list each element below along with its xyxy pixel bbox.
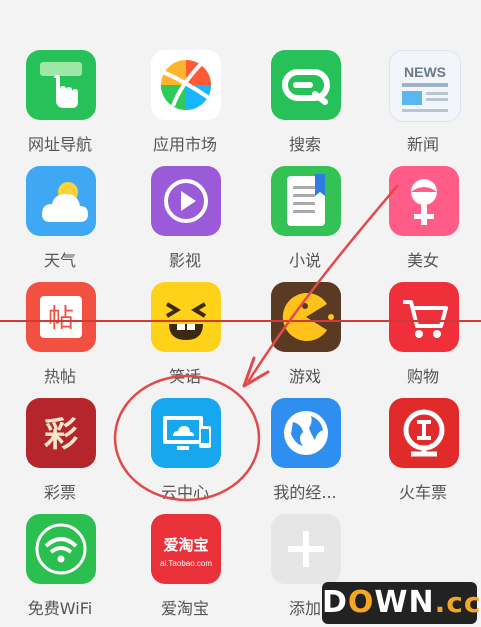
app-free-wifi[interactable]: 免费WiFi bbox=[0, 500, 120, 618]
pacman-icon bbox=[271, 282, 341, 352]
watermark-o: O bbox=[347, 585, 375, 620]
book-icon bbox=[271, 166, 341, 236]
app-jokes[interactable]: 笑话 bbox=[125, 268, 245, 386]
news-badge: NEWS bbox=[404, 64, 446, 80]
app-label: 爱淘宝 bbox=[160, 599, 209, 618]
play-icon bbox=[151, 166, 221, 236]
app-grid: 网址导航 应用市场 搜索 NEWS 新闻 天气 影视 小说 美女 帖 热帖 笑话… bbox=[0, 0, 481, 627]
app-ai-taobao[interactable]: 爱淘宝 ai.Taobao.com 爱淘宝 bbox=[125, 500, 245, 618]
app-novel[interactable]: 小说 bbox=[245, 152, 365, 270]
watermark-logo: DOWN.cc bbox=[322, 582, 480, 624]
app-weather[interactable]: 天气 bbox=[0, 152, 120, 270]
app-search[interactable]: 搜索 bbox=[245, 36, 365, 154]
app-news[interactable]: NEWS 新闻 bbox=[363, 36, 481, 154]
weather-cloud-sun-icon bbox=[26, 166, 96, 236]
female-face-icon bbox=[389, 166, 459, 236]
lottery-icon: 彩 bbox=[26, 398, 96, 468]
app-cloud-center[interactable]: 云中心 bbox=[125, 384, 245, 502]
app-games[interactable]: 游戏 bbox=[245, 268, 365, 386]
app-url-navigation[interactable]: 网址导航 bbox=[0, 36, 120, 154]
watermark-d: D bbox=[322, 585, 348, 620]
hot-post-badge: 帖 bbox=[48, 304, 74, 334]
globe-icon bbox=[271, 398, 341, 468]
news-icon: NEWS bbox=[389, 50, 461, 122]
app-market[interactable]: 应用市场 bbox=[125, 36, 245, 154]
app-market-ball-icon bbox=[151, 50, 221, 120]
hand-pointer-icon bbox=[26, 50, 96, 120]
taobao-badge: 爱淘宝 bbox=[163, 536, 208, 554]
taobao-icon: 爱淘宝 ai.Taobao.com bbox=[151, 514, 221, 584]
app-shopping[interactable]: 购物 bbox=[363, 268, 481, 386]
app-label: 免费WiFi bbox=[27, 599, 93, 618]
railway-icon bbox=[389, 398, 459, 468]
lottery-badge: 彩 bbox=[44, 415, 78, 455]
app-my-experience[interactable]: 我的经... bbox=[245, 384, 365, 502]
app-hot-posts[interactable]: 帖 热帖 bbox=[0, 268, 120, 386]
app-train-tickets[interactable]: 火车票 bbox=[363, 384, 481, 502]
app-video[interactable]: 影视 bbox=[125, 152, 245, 270]
search-icon bbox=[271, 50, 341, 120]
app-lottery[interactable]: 彩 彩票 bbox=[0, 384, 120, 502]
taobao-url: ai.Taobao.com bbox=[160, 559, 212, 568]
laugh-face-icon bbox=[151, 282, 221, 352]
cloud-devices-icon bbox=[151, 398, 221, 468]
wifi-icon bbox=[26, 514, 96, 584]
app-label: 火车票 bbox=[398, 483, 447, 502]
watermark-wn: WN bbox=[374, 585, 435, 620]
hot-post-icon: 帖 bbox=[26, 282, 96, 352]
watermark-cc: .cc bbox=[434, 586, 481, 619]
add-icon bbox=[271, 514, 341, 584]
shopping-cart-icon bbox=[389, 282, 459, 352]
app-beauty[interactable]: 美女 bbox=[363, 152, 481, 270]
